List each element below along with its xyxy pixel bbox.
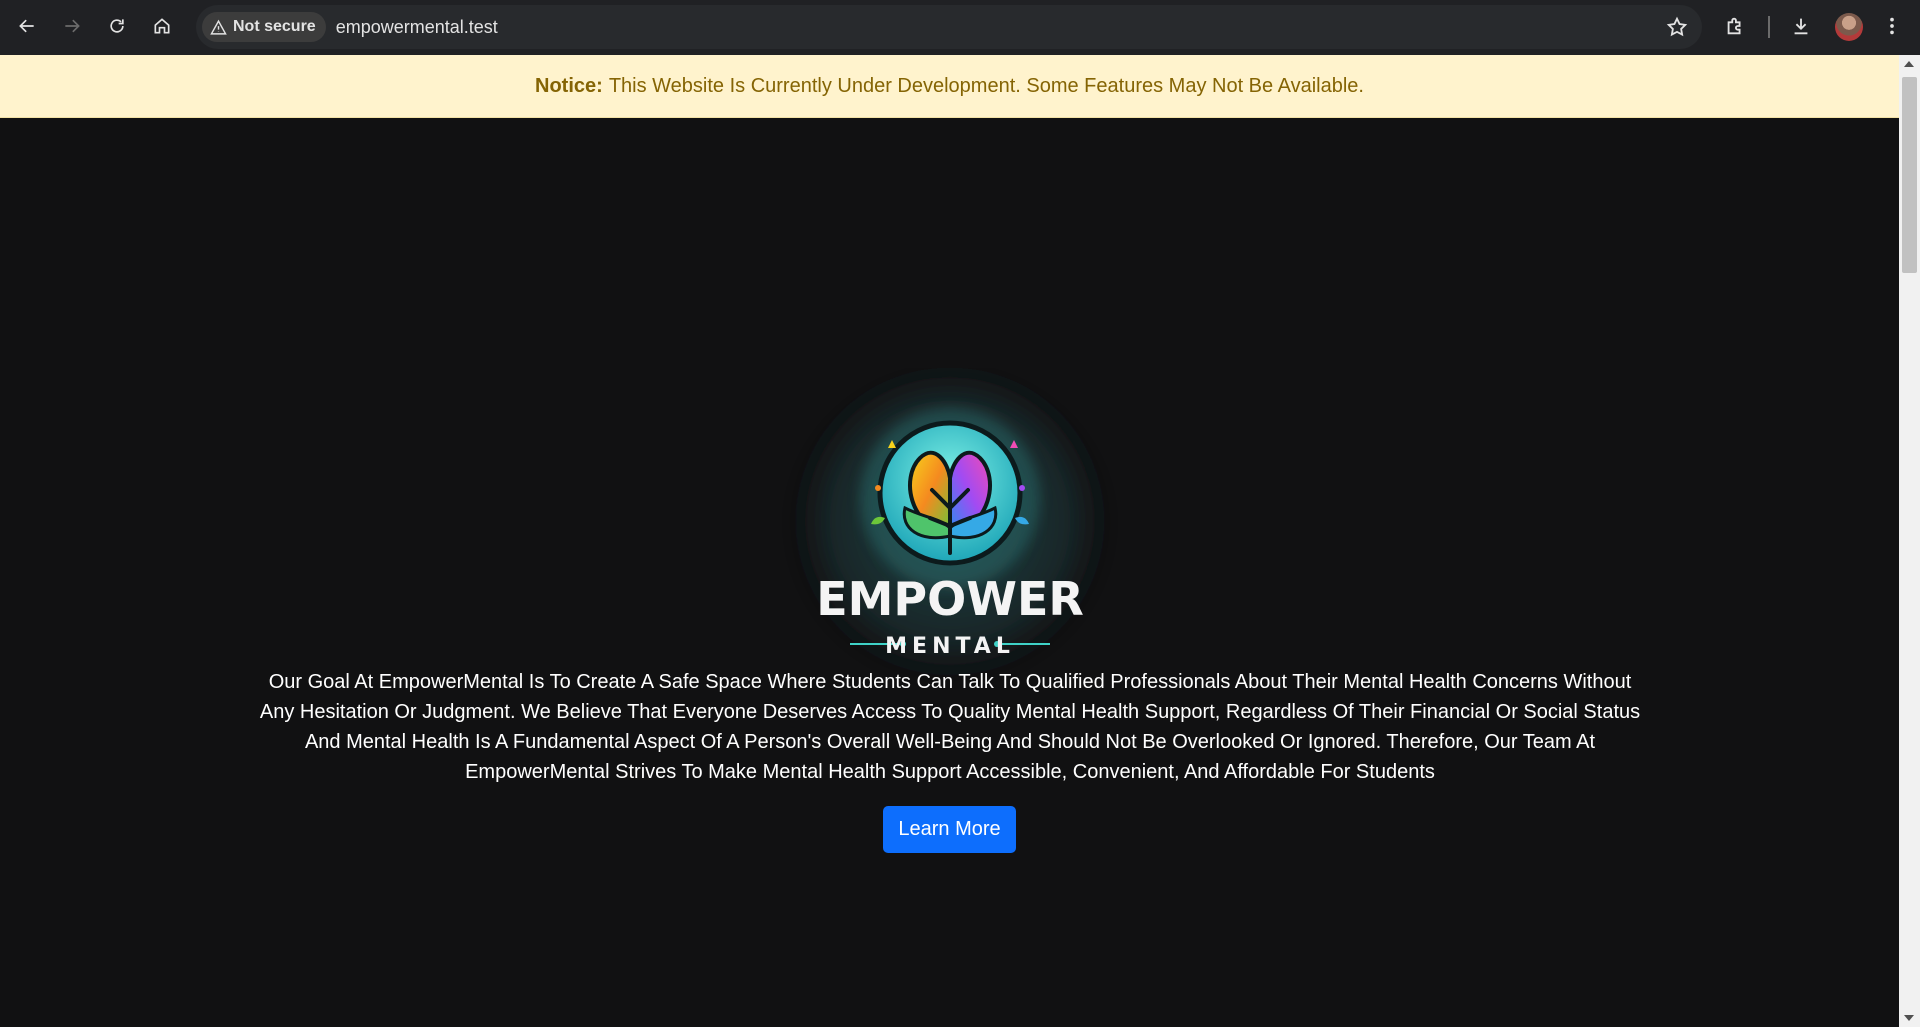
reload-icon xyxy=(110,19,124,33)
learn-more-button[interactable]: Learn More xyxy=(883,806,1016,853)
arrow-left-icon xyxy=(19,19,34,33)
address-bar[interactable]: Not secure empowermental.test xyxy=(196,5,1702,49)
scroll-thumb[interactable] xyxy=(1902,77,1917,273)
security-label: Not secure xyxy=(233,18,316,35)
toolbar-divider xyxy=(1768,16,1770,38)
warning-icon xyxy=(210,19,227,35)
hero-section: EMPOWER MENTAL Our Goal At EmpowerMental… xyxy=(0,118,1899,1027)
development-notice: Notice: This Website Is Currently Under … xyxy=(0,55,1899,118)
home-button[interactable] xyxy=(144,8,180,44)
menu-button[interactable] xyxy=(1874,8,1910,44)
downloads-button[interactable] xyxy=(1783,8,1819,44)
home-icon xyxy=(154,18,170,34)
page-scrollbar[interactable] xyxy=(1899,55,1920,1027)
kebab-menu-icon xyxy=(1890,17,1894,35)
puzzle-icon xyxy=(1727,17,1741,35)
extensions-button[interactable] xyxy=(1717,8,1753,44)
url-text[interactable]: empowermental.test xyxy=(336,17,498,38)
notice-message: This Website Is Currently Under Developm… xyxy=(608,74,1364,97)
back-button[interactable] xyxy=(9,8,45,44)
scroll-up-arrow-icon[interactable] xyxy=(1904,61,1914,67)
browser-toolbar: Not secure empowermental.test xyxy=(0,0,1920,55)
mission-statement: Our Goal At EmpowerMental Is To Create A… xyxy=(259,671,1641,783)
profile-avatar[interactable] xyxy=(1835,13,1863,41)
download-icon xyxy=(1794,18,1808,35)
security-chip[interactable]: Not secure xyxy=(202,12,326,42)
notice-label: Notice: xyxy=(535,74,603,97)
scroll-down-arrow-icon[interactable] xyxy=(1904,1015,1914,1021)
logo-title: EMPOWER xyxy=(816,572,1084,626)
arrow-right-icon xyxy=(65,19,80,33)
logo-subtitle: MENTAL xyxy=(885,634,1015,659)
reload-button[interactable] xyxy=(99,8,135,44)
bookmark-star-icon[interactable] xyxy=(1666,16,1688,38)
forward-button[interactable] xyxy=(54,8,90,44)
